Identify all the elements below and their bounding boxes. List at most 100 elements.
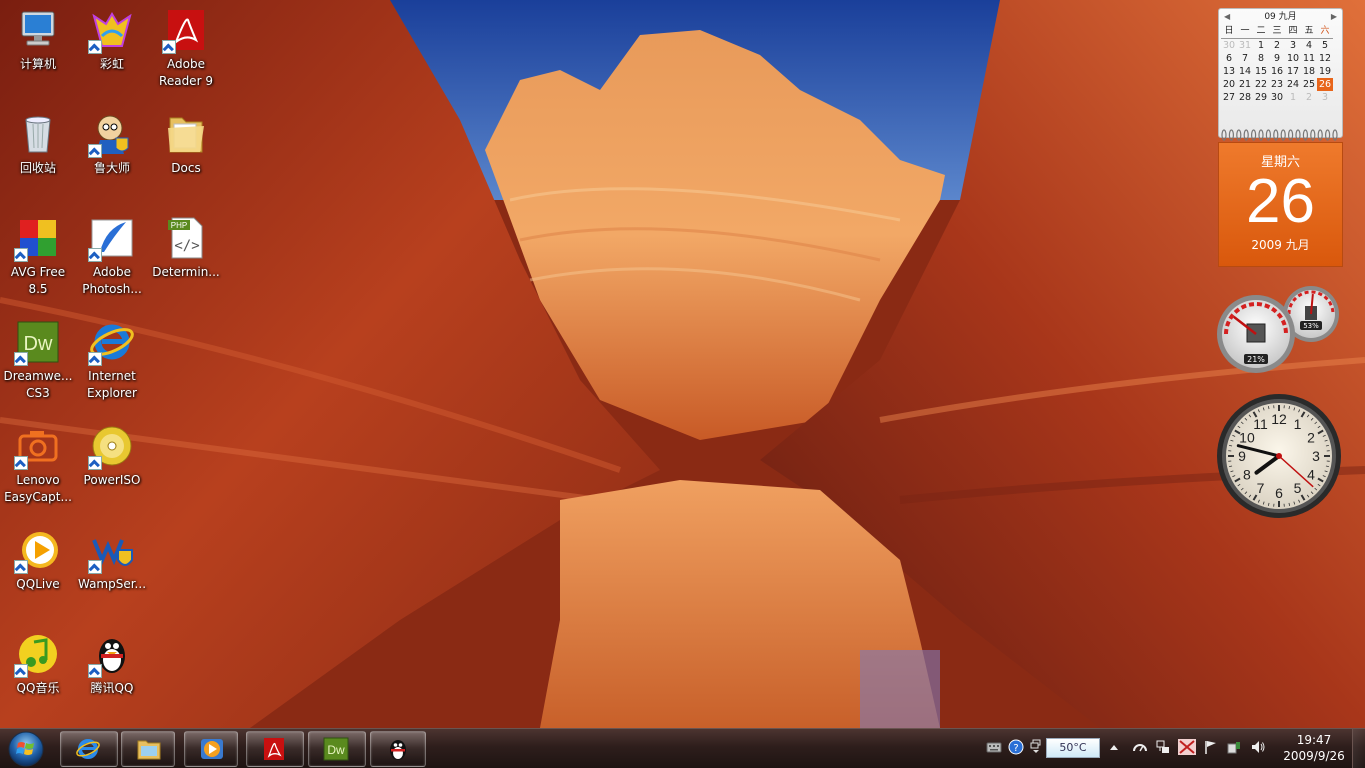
- calendar-day-cell[interactable]: 10: [1285, 52, 1301, 65]
- svg-text:6: 6: [1275, 485, 1283, 501]
- calendar-weekday-header: 二: [1253, 25, 1269, 39]
- speedometer-icon[interactable]: [1132, 739, 1148, 755]
- desktop-icon-dreamweaver[interactable]: Dw Dreamwe... CS3: [0, 312, 76, 402]
- calendar-day-cell[interactable]: 7: [1237, 52, 1253, 65]
- svg-text:12: 12: [1271, 411, 1287, 427]
- calendar-month-header: ◀ 09 九月 ▶: [1219, 9, 1342, 25]
- calendar-day-cell[interactable]: 19: [1317, 65, 1333, 78]
- calendar-day-cell[interactable]: 1: [1253, 39, 1269, 52]
- calendar-day-cell[interactable]: 30: [1221, 39, 1237, 52]
- desktop-icon-lenovo-easycapture[interactable]: Lenovo EasyCapt...: [0, 416, 76, 506]
- desktop-icon-wampserver[interactable]: WampSer...: [74, 520, 150, 593]
- calendar-day-cell[interactable]: 29: [1253, 91, 1269, 104]
- cpu-gauge: 21%: [1217, 295, 1295, 373]
- desktop-icon-rainbow[interactable]: 彩虹: [74, 0, 150, 73]
- calendar-day-cell[interactable]: 26: [1317, 78, 1333, 91]
- calendar-day-cell[interactable]: 13: [1221, 65, 1237, 78]
- desktop-icon-label: 鲁大师: [74, 160, 150, 177]
- desktop-icon-area: 计算机 回收站 AVG Free 8.5 Dw Dreamwe... CS3 L…: [0, 0, 230, 728]
- desktop-icon-poweriso[interactable]: PowerISO: [74, 416, 150, 489]
- calendar-day-cell[interactable]: 4: [1301, 39, 1317, 52]
- start-button[interactable]: [3, 730, 49, 767]
- clock-gadget[interactable]: 123456789101112: [1215, 392, 1343, 520]
- taskbar-explorer-button[interactable]: [121, 731, 175, 767]
- desktop-icon-tencent-qq[interactable]: 腾讯QQ: [74, 624, 150, 697]
- shortcut-arrow-icon: [88, 40, 102, 54]
- calendar-day-cell[interactable]: 1: [1285, 91, 1301, 104]
- calendar-day-cell[interactable]: 5: [1317, 39, 1333, 52]
- desktop-icon-label: PowerISO: [74, 472, 150, 489]
- calendar-day-cell[interactable]: 25: [1301, 78, 1317, 91]
- keyboard-icon[interactable]: [986, 739, 1002, 755]
- desktop-icon-avg[interactable]: AVG Free 8.5: [0, 208, 76, 298]
- shortcut-arrow-icon: [14, 560, 28, 574]
- calendar-gadget-day[interactable]: 星期六 26 2009 九月: [1218, 142, 1343, 267]
- show-desktop-button[interactable]: [1352, 729, 1365, 768]
- calendar-day-cell[interactable]: 2: [1269, 39, 1285, 52]
- calendar-day-cell[interactable]: 2: [1301, 91, 1317, 104]
- ie-icon: [75, 737, 101, 761]
- desktop-icon-recycle-bin[interactable]: 回收站: [0, 104, 76, 177]
- desktop-icon-docs-folder[interactable]: Docs: [148, 104, 224, 177]
- next-month-icon[interactable]: ▶: [1331, 9, 1337, 25]
- calendar-gadget-month[interactable]: ◀ 09 九月 ▶ 日一二三四五六30311234567891011121314…: [1218, 8, 1343, 138]
- desktop-icon-qqlive[interactable]: QQLive: [0, 520, 76, 593]
- calendar-weekday-header: 三: [1269, 25, 1285, 39]
- taskbar-dreamweaver-button[interactable]: Dw: [308, 731, 366, 767]
- taskbar-media-player-button[interactable]: [184, 731, 238, 767]
- calendar-day-cell[interactable]: 22: [1253, 78, 1269, 91]
- calendar-day-cell[interactable]: 31: [1237, 39, 1253, 52]
- show-hidden-icons-icon[interactable]: [1109, 739, 1119, 755]
- taskbar-adobe-reader-button[interactable]: [246, 731, 304, 767]
- shortcut-arrow-icon: [88, 560, 102, 574]
- php-file-icon: PHP </>: [162, 214, 210, 262]
- calendar-day-cell[interactable]: 14: [1237, 65, 1253, 78]
- temperature-widget[interactable]: 50°C: [1046, 738, 1100, 758]
- calendar-day-cell[interactable]: 17: [1285, 65, 1301, 78]
- desktop-icon-computer[interactable]: 计算机: [0, 0, 76, 73]
- cpu-percent-label: 21%: [1247, 355, 1265, 364]
- desktop-icon-adobe-reader[interactable]: Adobe Reader 9: [148, 0, 224, 90]
- network-icon[interactable]: [1155, 739, 1171, 755]
- svg-text:Dw: Dw: [327, 743, 345, 757]
- prev-month-icon[interactable]: ◀: [1224, 9, 1230, 25]
- desktop-icon-php-file[interactable]: PHP </> Determin...: [148, 208, 224, 281]
- desktop-icon-photoshop[interactable]: Adobe Photosh...: [74, 208, 150, 298]
- cpu-meter-gadget[interactable]: 53% 21%: [1216, 284, 1342, 376]
- calendar-day-cell[interactable]: 3: [1317, 91, 1333, 104]
- desktop-icon-label: WampSer...: [74, 576, 150, 593]
- calendar-day-cell[interactable]: 9: [1269, 52, 1285, 65]
- taskbar-clock[interactable]: 19:47 2009/9/26: [1282, 732, 1346, 764]
- calendar-day-cell[interactable]: 16: [1269, 65, 1285, 78]
- restore-window-icon[interactable]: [1030, 739, 1042, 755]
- calendar-day-cell[interactable]: 8: [1253, 52, 1269, 65]
- calendar-day-cell[interactable]: 3: [1285, 39, 1301, 52]
- calendar-day-cell[interactable]: 27: [1221, 91, 1237, 104]
- desktop-icon-internet-explorer[interactable]: Internet Explorer: [74, 312, 150, 402]
- safely-remove-hardware-icon[interactable]: [1226, 739, 1242, 755]
- action-center-flag-icon[interactable]: [1203, 739, 1219, 755]
- calendar-day-cell[interactable]: 12: [1317, 52, 1333, 65]
- volume-icon[interactable]: [1250, 739, 1266, 755]
- help-icon[interactable]: ?: [1008, 739, 1024, 755]
- calendar-day-cell[interactable]: 30: [1269, 91, 1285, 104]
- svg-text:8: 8: [1243, 467, 1251, 483]
- calendar-day-cell[interactable]: 24: [1285, 78, 1301, 91]
- taskbar-ie-button[interactable]: [60, 731, 118, 767]
- calendar-day-cell[interactable]: 21: [1237, 78, 1253, 91]
- taskbar-qq-button[interactable]: [370, 731, 426, 767]
- calendar-day-cell[interactable]: 11: [1301, 52, 1317, 65]
- app-tray-icon[interactable]: [1178, 739, 1196, 755]
- desktop-icon-qqmusic[interactable]: QQ音乐: [0, 624, 76, 697]
- calendar-day-cell[interactable]: 23: [1269, 78, 1285, 91]
- calendar-day-cell[interactable]: 28: [1237, 91, 1253, 104]
- calendar-day-cell[interactable]: 15: [1253, 65, 1269, 78]
- calendar-year-month: 2009 九月: [1219, 236, 1342, 253]
- calendar-day-cell[interactable]: 18: [1301, 65, 1317, 78]
- calendar-day-cell[interactable]: 20: [1221, 78, 1237, 91]
- desktop-icon-label: Lenovo EasyCapt...: [0, 472, 76, 506]
- calendar-binding-rings: [1218, 128, 1341, 142]
- desktop-icon-ludashi[interactable]: 鲁大师: [74, 104, 150, 177]
- calendar-day-cell[interactable]: 6: [1221, 52, 1237, 65]
- svg-text:1: 1: [1294, 416, 1302, 432]
